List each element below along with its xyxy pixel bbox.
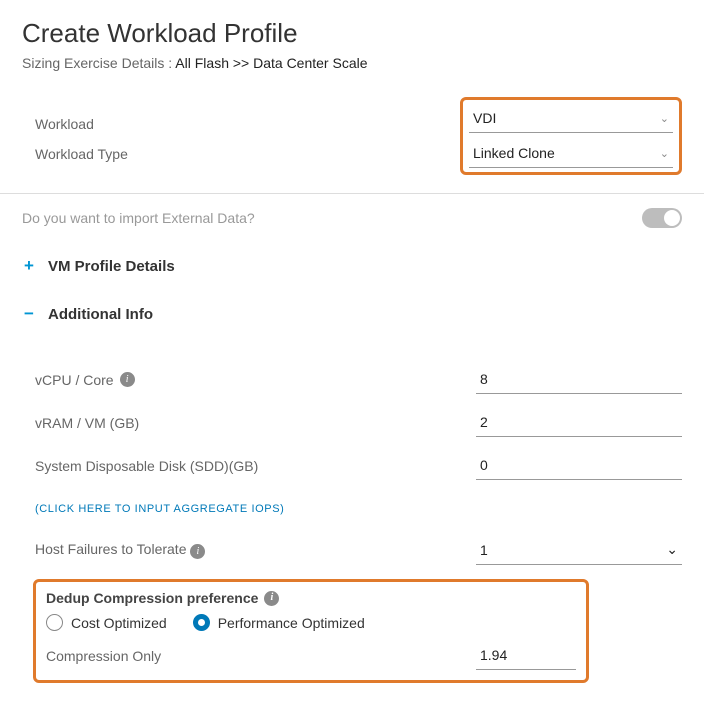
cost-opt-label: Cost Optimized <box>71 615 167 631</box>
workload-select-value: VDI <box>473 110 496 126</box>
sdd-input[interactable] <box>476 451 682 480</box>
breadcrumb: Sizing Exercise Details : All Flash >> D… <box>22 55 682 71</box>
radio-cost-optimized[interactable]: Cost Optimized <box>46 614 167 631</box>
hft-select[interactable]: 1 ⌄ <box>476 535 682 565</box>
highlight-workload-selects: VDI ⌄ Linked Clone ⌄ <box>460 97 682 175</box>
workload-type-select[interactable]: Linked Clone ⌄ <box>469 139 673 168</box>
workload-select[interactable]: VDI ⌄ <box>469 104 673 133</box>
sdd-label: System Disposable Disk (SDD)(GB) <box>35 458 258 474</box>
chevron-down-icon: ⌄ <box>660 112 669 125</box>
aggregate-iops-link[interactable]: (CLICK HERE TO INPUT AGGREGATE IOPS) <box>35 487 682 525</box>
hft-label: Host Failures to Tolerate <box>35 541 186 557</box>
row-hft: Host Failures to Tolerate i 1 ⌄ <box>35 525 682 579</box>
section-vm-profile[interactable]: + VM Profile Details <box>22 242 682 290</box>
vram-label: vRAM / VM (GB) <box>35 415 139 431</box>
chevron-down-icon: ⌄ <box>666 541 678 558</box>
import-label: Do you want to import External Data? <box>22 210 255 226</box>
perf-opt-label: Performance Optimized <box>218 615 365 631</box>
page-title: Create Workload Profile <box>22 18 682 49</box>
hft-value: 1 <box>480 542 488 558</box>
workload-type-select-value: Linked Clone <box>473 145 555 161</box>
row-vram: vRAM / VM (GB) <box>35 401 682 444</box>
vcpu-input[interactable] <box>476 365 682 394</box>
vm-profile-title: VM Profile Details <box>48 258 175 275</box>
breadcrumb-prefix: Sizing Exercise Details : <box>22 55 175 71</box>
row-compression-only: Compression Only <box>46 641 576 670</box>
compression-only-input[interactable] <box>476 641 576 670</box>
import-toggle[interactable] <box>642 208 682 228</box>
compression-only-label: Compression Only <box>46 648 161 664</box>
section-additional-info[interactable]: − Additional Info <box>22 290 682 338</box>
minus-icon: − <box>22 304 36 324</box>
dedup-radio-group: Cost Optimized Performance Optimized <box>46 614 576 631</box>
workload-label: Workload <box>35 116 128 132</box>
radio-icon <box>46 614 63 631</box>
row-sdd: System Disposable Disk (SDD)(GB) <box>35 444 682 487</box>
workload-block: Workload Workload Type VDI ⌄ Linked Clon… <box>22 97 682 175</box>
radio-performance-optimized[interactable]: Performance Optimized <box>193 614 365 631</box>
plus-icon: + <box>22 256 36 276</box>
info-icon[interactable]: i <box>190 544 205 559</box>
row-vcpu: vCPU / Core i <box>35 358 682 401</box>
radio-icon-selected <box>193 614 210 631</box>
vram-input[interactable] <box>476 408 682 437</box>
additional-info-body: vCPU / Core i vRAM / VM (GB) System Disp… <box>22 338 682 683</box>
dedup-title: Dedup Compression preference <box>46 590 258 606</box>
chevron-down-icon: ⌄ <box>660 147 669 160</box>
info-icon[interactable]: i <box>264 591 279 606</box>
breadcrumb-path: All Flash >> Data Center Scale <box>175 55 367 71</box>
vcpu-label: vCPU / Core <box>35 372 114 388</box>
workload-type-label: Workload Type <box>35 146 128 162</box>
import-row: Do you want to import External Data? <box>22 194 682 242</box>
additional-info-title: Additional Info <box>48 306 153 323</box>
info-icon[interactable]: i <box>120 372 135 387</box>
highlight-dedup: Dedup Compression preference i Cost Opti… <box>33 579 589 683</box>
